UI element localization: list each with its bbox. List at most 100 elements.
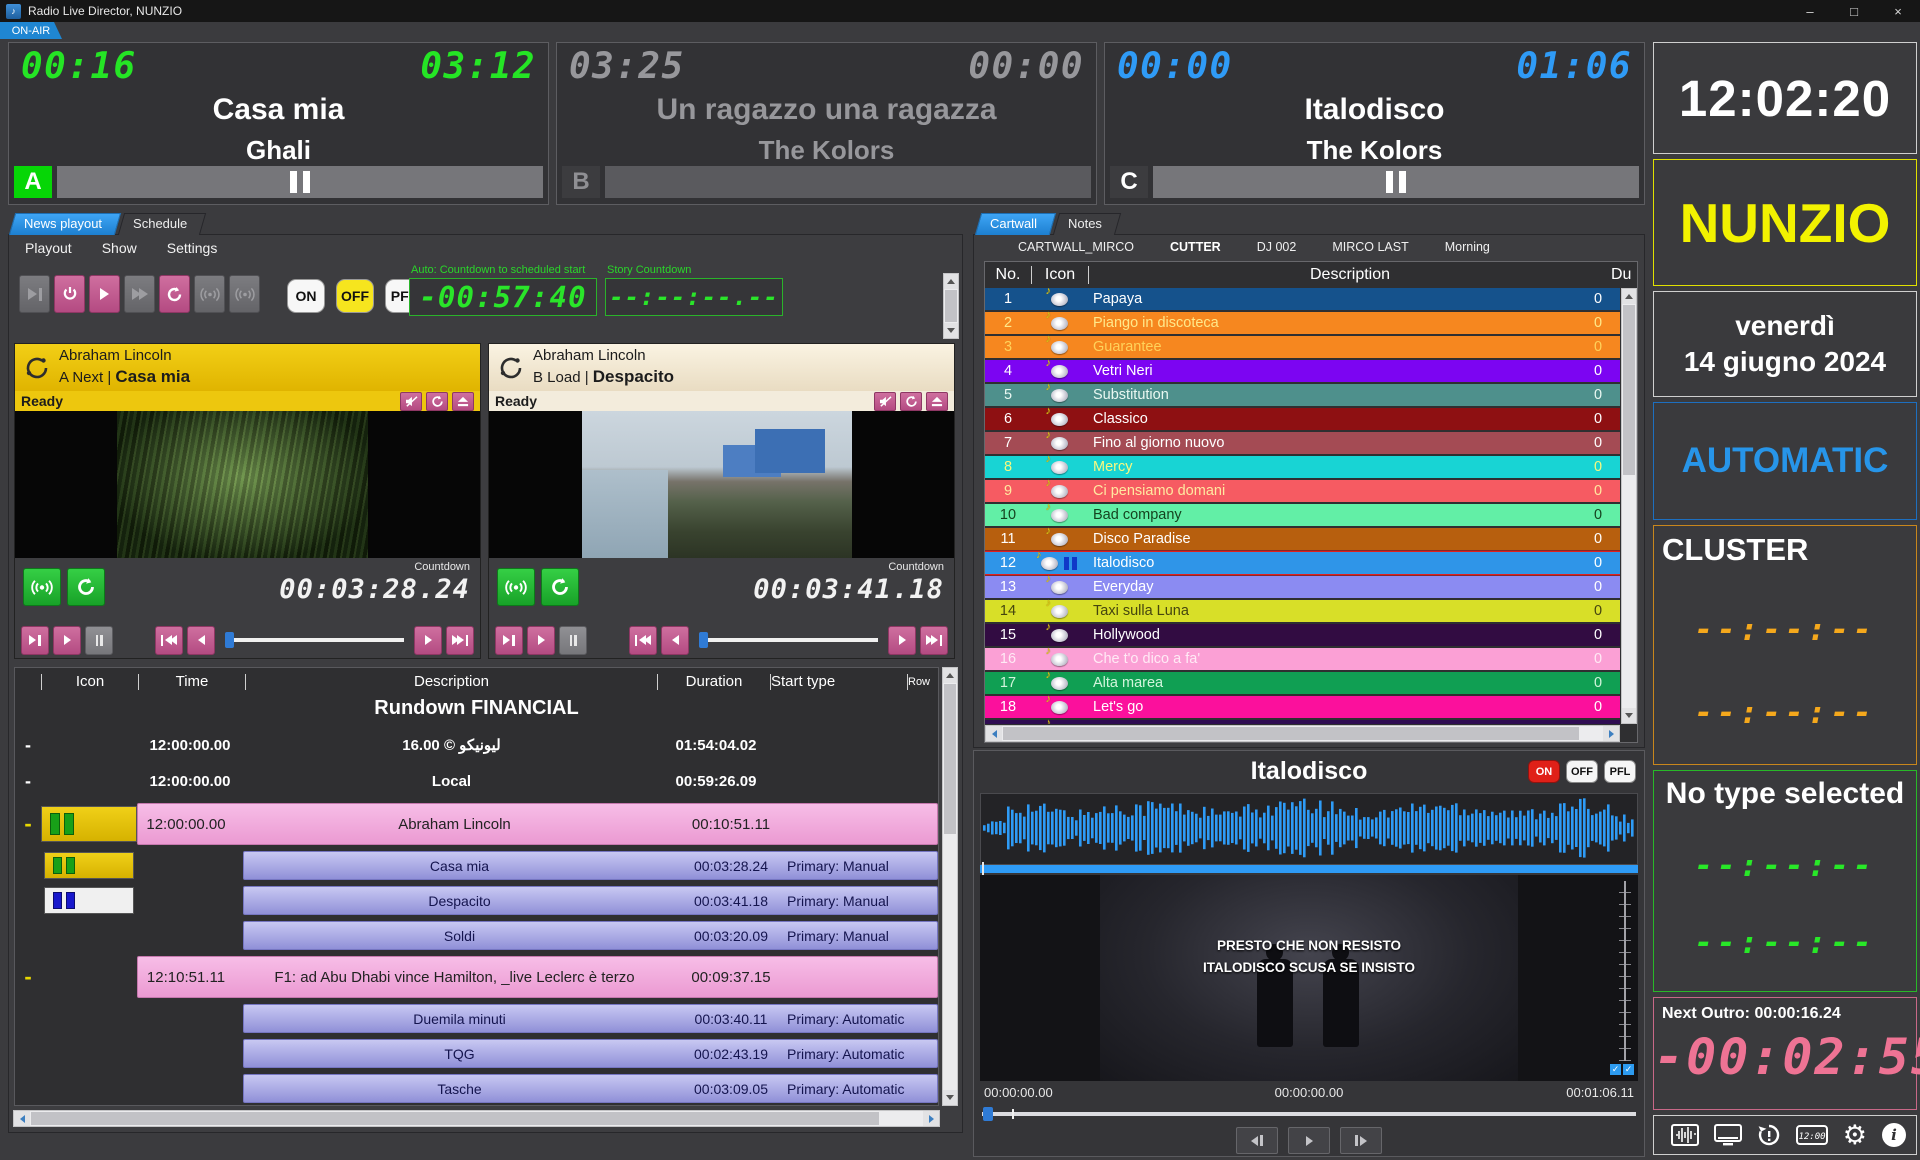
step-back-button[interactable] — [661, 626, 689, 655]
rundown-item-row[interactable]: Casa mia 00:03:28.24 Primary: Manual — [15, 852, 938, 879]
rundown-story-row[interactable]: - 12:00:00.00 Abraham Lincoln 00:10:51.1… — [15, 804, 938, 844]
loop-button[interactable] — [159, 275, 190, 313]
broadcast-button-2[interactable] — [229, 275, 260, 313]
minimize-button[interactable]: – — [1788, 0, 1832, 22]
on-button[interactable]: ON — [287, 279, 325, 313]
rundown-item-row[interactable]: TQG 00:02:43.19 Primary: Automatic — [15, 1040, 938, 1067]
play-button[interactable] — [53, 626, 81, 655]
off-button[interactable]: OFF — [336, 279, 374, 313]
rundown-group-row[interactable]: - 12:00:00.00 16.00 © ليونيكو 01:54:04.0… — [15, 730, 938, 760]
seek-slider[interactable] — [225, 630, 404, 650]
checkbox-2[interactable]: ✓ — [1623, 1064, 1634, 1075]
step-forward-button[interactable] — [888, 626, 916, 655]
deck-A[interactable]: 00:16 03:12 Casa mia Ghali A — [8, 42, 549, 205]
tab-on-air[interactable]: ON-AIR — [0, 22, 62, 39]
subtab-dj-002[interactable]: DJ 002 — [1239, 238, 1315, 257]
cartwall-hscrollbar[interactable] — [985, 725, 1620, 742]
maximize-button[interactable]: □ — [1832, 0, 1876, 22]
recycle-button[interactable] — [67, 568, 105, 606]
cartwall-row[interactable]: 6 ♪ Classico 0 — [985, 408, 1620, 430]
broadcast-button[interactable] — [23, 568, 61, 606]
tab-news-playout[interactable]: News playout — [12, 213, 118, 235]
cartwall-row[interactable]: 5 ♪ Substitution 0 — [985, 384, 1620, 406]
broadcast-button[interactable] — [497, 568, 535, 606]
settings-gear-icon[interactable]: ⚙ — [1843, 1120, 1867, 1151]
mute-button[interactable] — [400, 392, 422, 411]
waveform[interactable] — [980, 793, 1638, 865]
cartwall-row[interactable]: 1 ♪ Papaya 0 — [985, 288, 1620, 310]
menu-playout[interactable]: Playout — [25, 240, 72, 256]
subtab-morning[interactable]: Morning — [1427, 238, 1508, 257]
rundown-item-row[interactable]: Tasche 00:03:09.05 Primary: Automatic — [15, 1075, 938, 1102]
play-button[interactable] — [89, 275, 120, 313]
menu-show[interactable]: Show — [102, 240, 137, 256]
cartwall-row[interactable]: 13 ♪ Everyday 0 — [985, 576, 1620, 598]
skip-next-button[interactable] — [124, 275, 155, 313]
tab-notes[interactable]: Notes — [1056, 213, 1118, 235]
step-back-button[interactable] — [187, 626, 215, 655]
preview-header[interactable]: Abraham Lincoln B Load | Despacito — [489, 344, 954, 391]
deck-progress-bar[interactable] — [1153, 166, 1639, 198]
tab-schedule[interactable]: Schedule — [121, 213, 203, 235]
player-off-button[interactable]: OFF — [1566, 760, 1598, 783]
progress-thumb[interactable] — [983, 1107, 993, 1121]
step-play-button[interactable] — [21, 626, 49, 655]
col-icon[interactable]: Icon — [1032, 266, 1089, 284]
close-button[interactable]: × — [1876, 0, 1920, 22]
skip-end-button[interactable] — [920, 626, 948, 655]
cartwall-row[interactable]: 15 ♪ Hollywood 0 — [985, 624, 1620, 646]
rundown-item-row[interactable]: Soldi 00:03:20.09 Primary: Manual — [15, 922, 938, 949]
tab-cartwall[interactable]: Cartwall — [978, 213, 1053, 235]
play-button[interactable] — [527, 626, 555, 655]
player-pfl-button[interactable]: PFL — [1604, 760, 1636, 783]
pause-button[interactable] — [85, 626, 113, 655]
rundown-item-row[interactable]: Despacito 00:03:41.18 Primary: Manual — [15, 887, 938, 914]
pause-button[interactable] — [559, 626, 587, 655]
power-button[interactable] — [54, 275, 85, 313]
subtab-cartwall-mirco[interactable]: CARTWALL_MIRCO — [1000, 238, 1152, 257]
eject-button[interactable] — [926, 392, 948, 411]
cartwall-row[interactable]: 16 ♪ Che t'o dico a fa' 0 — [985, 648, 1620, 670]
cartwall-row[interactable]: 11 ♪ Disco Paradise 0 — [985, 528, 1620, 550]
step-play-button[interactable] — [19, 275, 50, 313]
play-button[interactable] — [1288, 1127, 1330, 1154]
step-play-button[interactable] — [495, 626, 523, 655]
cartwall-row[interactable]: 19 ♪ Mondiali 0 — [985, 720, 1620, 724]
story-list-scrollbar[interactable] — [943, 273, 959, 339]
cartwall-row[interactable]: 3 ♪ Guarantee 0 — [985, 336, 1620, 358]
cartwall-row[interactable]: 2 ♪ Piango in discoteca 0 — [985, 312, 1620, 334]
col-description[interactable]: Description — [245, 674, 657, 690]
history-icon[interactable] — [1757, 1123, 1781, 1147]
col-icon[interactable]: Icon — [41, 674, 138, 690]
cartwall-vscrollbar[interactable] — [1621, 288, 1637, 724]
cartwall-row[interactable]: 9 ♪ Ci pensiamo domani 0 — [985, 480, 1620, 502]
cartwall-row[interactable]: 10 ♪ Bad company 0 — [985, 504, 1620, 526]
cartwall-row[interactable]: 17 ♪ Alta marea 0 — [985, 672, 1620, 694]
col-time[interactable]: Time — [138, 674, 245, 690]
cartwall-row[interactable]: 18 ♪ Let's go 0 — [985, 696, 1620, 718]
subtab-cutter[interactable]: CUTTER — [1152, 238, 1239, 257]
col-no[interactable]: No. — [985, 266, 1032, 284]
prev-frame-button[interactable] — [1236, 1127, 1278, 1154]
skip-start-button[interactable] — [155, 626, 183, 655]
loop-button[interactable] — [426, 392, 448, 411]
broadcast-button-1[interactable] — [194, 275, 225, 313]
rundown-hscrollbar[interactable] — [13, 1110, 940, 1127]
rundown-vscrollbar[interactable] — [942, 667, 958, 1106]
info-icon[interactable]: i — [1882, 1123, 1906, 1147]
cartwall-row[interactable]: 8 ♪ Mercy 0 — [985, 456, 1620, 478]
volume-slider[interactable] — [1619, 881, 1631, 1061]
cartwall-row[interactable]: 4 ♪ Vetri Neri 0 — [985, 360, 1620, 382]
loop-button[interactable] — [900, 392, 922, 411]
next-frame-button[interactable] — [1340, 1127, 1382, 1154]
player-on-button[interactable]: ON — [1528, 760, 1560, 783]
cartwall-row[interactable]: 7 ♪ Fino al giorno nuovo 0 — [985, 432, 1620, 454]
col-duration[interactable]: Du — [1611, 266, 1637, 284]
col-description[interactable]: Description — [1089, 266, 1611, 284]
checkbox-1[interactable]: ✓ — [1610, 1064, 1621, 1075]
skip-start-button[interactable] — [629, 626, 657, 655]
rundown-item-row[interactable]: Duemila minuti 00:03:40.11 Primary: Auto… — [15, 1005, 938, 1032]
waveform-overview-bar[interactable] — [980, 865, 1638, 873]
player-progress[interactable] — [982, 1107, 1636, 1121]
rundown-group-row[interactable]: - 12:00:00.00 Local 00:59:26.09 — [15, 766, 938, 796]
